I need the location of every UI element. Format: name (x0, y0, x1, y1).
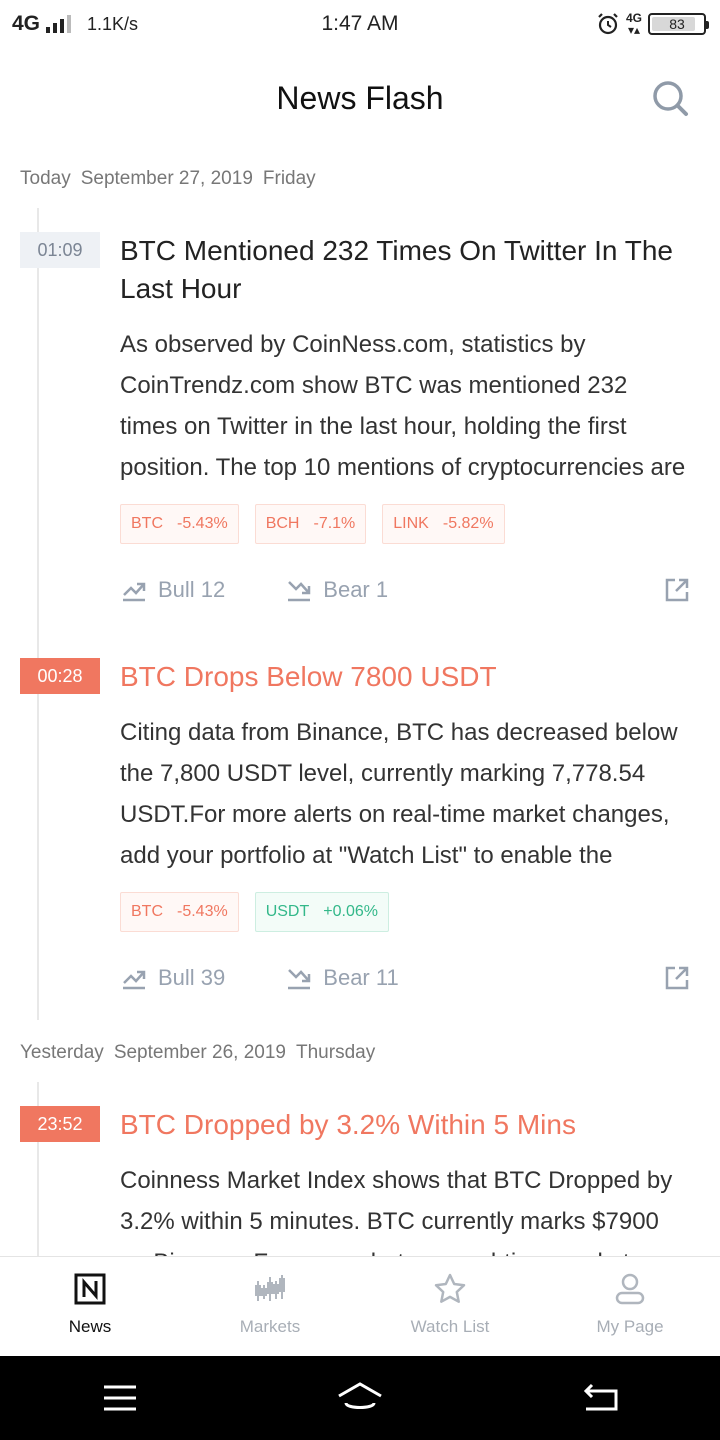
tab-markets[interactable]: Markets (180, 1257, 360, 1356)
system-nav-bar (0, 1356, 720, 1440)
network-type-small: 4G ▾▴ (625, 11, 642, 37)
news-actions: Bull 39 Bear 11 (120, 958, 690, 998)
coin-tag[interactable]: BTC -5.43% (120, 504, 239, 544)
share-icon (665, 966, 689, 990)
news-title[interactable]: BTC Mentioned 232 Times On Twitter In Th… (120, 232, 680, 308)
tab-watch-list[interactable]: Watch List (360, 1257, 540, 1356)
bottom-tab-bar: News Markets Watch List My Page (0, 1256, 720, 1356)
coin-tags: BTC -5.43% USDT +0.06% (120, 892, 389, 932)
news-title[interactable]: BTC Dropped by 3.2% Within 5 Mins (120, 1106, 680, 1144)
date-header-today: Today September 27, 2019 Friday (20, 168, 316, 189)
alarm-icon (598, 13, 618, 35)
bull-button[interactable]: Bull 39 (120, 964, 225, 992)
news-icon (74, 1273, 106, 1305)
share-button[interactable] (664, 577, 690, 603)
coin-tag[interactable]: LINK -5.82% (382, 504, 505, 544)
menu-nav-button[interactable] (90, 1368, 150, 1428)
back-icon (583, 1383, 618, 1411)
status-right: 4G ▾▴ 83 (596, 11, 709, 37)
coin-tag[interactable]: BTC -5.43% (120, 892, 239, 932)
tab-my-page[interactable]: My Page (540, 1257, 720, 1356)
news-body[interactable]: Citing data from Binance, BTC has decrea… (120, 712, 690, 876)
app-header: News Flash (0, 60, 720, 140)
star-icon (434, 1273, 466, 1303)
home-icon (338, 1382, 382, 1409)
search-icon (653, 81, 688, 116)
page-title: News Flash (276, 80, 444, 116)
status-bar: 4G 1.1K/s 1:47 AM 4G ▾▴ 83 (0, 0, 720, 50)
user-icon (615, 1273, 645, 1305)
news-time-badge: 23:52 (20, 1106, 100, 1142)
back-nav-button[interactable] (570, 1368, 630, 1428)
share-button[interactable] (664, 965, 690, 991)
trending-down-icon (288, 581, 311, 602)
news-title[interactable]: BTC Drops Below 7800 USDT (120, 658, 680, 696)
trending-up-icon (123, 582, 146, 602)
bull-button[interactable]: Bull 12 (120, 576, 225, 604)
trending-up-icon (123, 970, 146, 990)
candlestick-icon (255, 1275, 285, 1301)
tab-news[interactable]: News (0, 1257, 180, 1356)
coin-tag[interactable]: USDT +0.06% (254, 892, 389, 932)
timeline-line (37, 208, 39, 1020)
bear-button[interactable]: Bear 11 (285, 964, 399, 992)
news-body[interactable]: Coinness Market Index shows that BTC Dro… (120, 1160, 690, 1256)
home-nav-button[interactable] (330, 1368, 390, 1428)
battery-icon: 83 (648, 13, 709, 35)
menu-icon (104, 1385, 136, 1411)
battery-level: 83 (669, 16, 685, 32)
coin-tags: BTC -5.43% BCH -7.1% LINK -5.82% (120, 504, 505, 544)
date-header-yesterday: Yesterday September 26, 2019 Thursday (20, 1042, 376, 1063)
bear-button[interactable]: Bear 1 (285, 576, 388, 604)
news-body[interactable]: As observed by CoinNess.com, statistics … (120, 324, 690, 488)
coin-tag[interactable]: BCH -7.1% (254, 504, 367, 544)
share-icon (665, 578, 689, 602)
news-time-badge: 00:28 (20, 658, 100, 694)
trending-down-icon (288, 969, 311, 990)
news-time-badge: 01:09 (20, 232, 100, 268)
news-feed[interactable]: Today September 27, 2019 Friday 01:09 BT… (0, 150, 720, 1256)
search-button[interactable] (650, 78, 690, 118)
news-actions: Bull 12 Bear 1 (120, 570, 690, 610)
